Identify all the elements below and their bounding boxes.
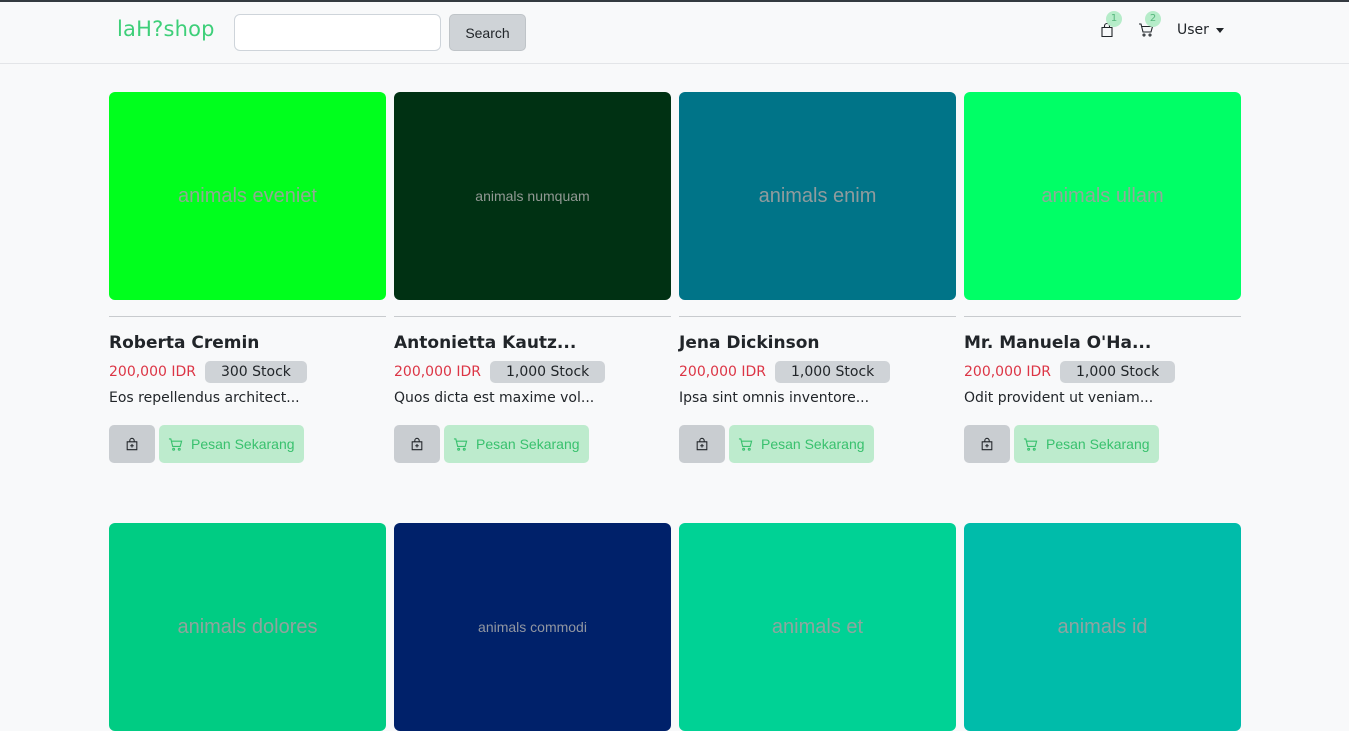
product-description: Ipsa sint omnis inventore... [679,390,870,406]
search-input[interactable] [234,14,441,51]
product-price: 200,000 IDR [679,364,766,380]
product-name[interactable]: Mr. Manuela O'Ha... [964,333,1241,353]
bag-plus-icon [411,437,423,451]
product-card: animals dolores [109,523,386,731]
product-card: animals commodi [394,523,671,731]
product-card: animals et [679,523,956,731]
product-image[interactable]: animals et [679,523,956,731]
product-image[interactable]: animals dolores [109,523,386,731]
stock-badge: 300 Stock [204,361,307,383]
product-card: animals numquam Antonietta Kautz... 200,… [394,92,671,463]
search-button[interactable]: Search [449,14,526,51]
bag-plus-icon [126,437,138,451]
navbar: laH?shop Search 1 2 User [0,2,1349,64]
product-description: Odit provident ut veniam... [964,390,1154,406]
bag-plus-icon [696,437,708,451]
cart-icon [168,437,183,451]
cart-icon [1023,437,1038,451]
bag-plus-icon [981,437,993,451]
cart-link[interactable]: 2 [1138,11,1161,40]
product-card: animals ullam Mr. Manuela O'Ha... 200,00… [964,92,1241,463]
caret-down-icon [1215,27,1224,33]
product-image-text: animals et [771,615,864,638]
product-name[interactable]: Roberta Cremin [109,333,386,353]
product-image-text: animals numquam [475,188,590,204]
cart-count-badge: 2 [1145,11,1161,27]
product-image-text: animals ullam [1041,184,1164,207]
product-name[interactable]: Jena Dickinson [679,333,956,353]
product-image[interactable]: animals commodi [394,523,671,731]
product-actions: Pesan Sekarang [109,425,386,463]
stock-badge: 1,000 Stock [774,361,891,383]
product-price: 200,000 IDR [109,364,196,380]
product-actions: Pesan Sekarang [394,425,671,463]
product-description: Eos repellendus architect... [109,390,300,406]
product-image-text: animals id [1057,615,1148,638]
product-price: 200,000 IDR [394,364,481,380]
product-card: animals enim Jena Dickinson 200,000 IDR … [679,92,956,463]
card-divider [394,316,671,317]
product-actions: Pesan Sekarang [679,425,956,463]
add-to-bag-button[interactable] [109,425,155,463]
bag-link[interactable]: 1 [1099,11,1122,40]
order-now-label: Pesan Sekarang [761,436,865,452]
cart-icon [453,437,468,451]
product-image[interactable]: animals enim [679,92,956,300]
product-image[interactable]: animals ullam [964,92,1241,300]
product-image-text: animals enim [758,184,877,207]
product-image-text: animals eveniet [178,184,317,207]
order-now-button[interactable]: Pesan Sekarang [1014,425,1159,463]
product-meta: 200,000 IDR 1,000 Stock [679,361,956,383]
product-image[interactable]: animals id [964,523,1241,731]
add-to-bag-button[interactable] [394,425,440,463]
product-card: animals id [964,523,1241,731]
card-divider [679,316,956,317]
user-label: User [1177,22,1209,38]
product-image[interactable]: animals numquam [394,92,671,300]
add-to-bag-button[interactable] [964,425,1010,463]
brand-logo[interactable]: laH?shop [117,17,215,41]
add-to-bag-button[interactable] [679,425,725,463]
product-meta: 200,000 IDR 1,000 Stock [964,361,1241,383]
order-now-label: Pesan Sekarang [476,436,580,452]
product-meta: 200,000 IDR 1,000 Stock [394,361,671,383]
order-now-button[interactable]: Pesan Sekarang [159,425,304,463]
product-image-text: animals commodi [478,619,587,635]
card-divider [109,316,386,317]
product-meta: 200,000 IDR 300 Stock [109,361,386,383]
card-divider [964,316,1241,317]
product-image-text: animals dolores [177,615,318,638]
product-actions: Pesan Sekarang [964,425,1241,463]
order-now-button[interactable]: Pesan Sekarang [444,425,589,463]
product-description: Quos dicta est maxime vol... [394,390,595,406]
product-price: 200,000 IDR [964,364,1051,380]
product-card: animals eveniet Roberta Cremin 200,000 I… [109,92,386,463]
stock-badge: 1,000 Stock [1059,361,1176,383]
product-image[interactable]: animals eveniet [109,92,386,300]
order-now-label: Pesan Sekarang [191,436,295,452]
stock-badge: 1,000 Stock [489,361,606,383]
order-now-button[interactable]: Pesan Sekarang [729,425,874,463]
cart-icon [738,437,753,451]
user-dropdown[interactable]: User [1177,22,1224,38]
bag-count-badge: 1 [1106,11,1122,27]
product-name[interactable]: Antonietta Kautz... [394,333,671,353]
order-now-label: Pesan Sekarang [1046,436,1150,452]
